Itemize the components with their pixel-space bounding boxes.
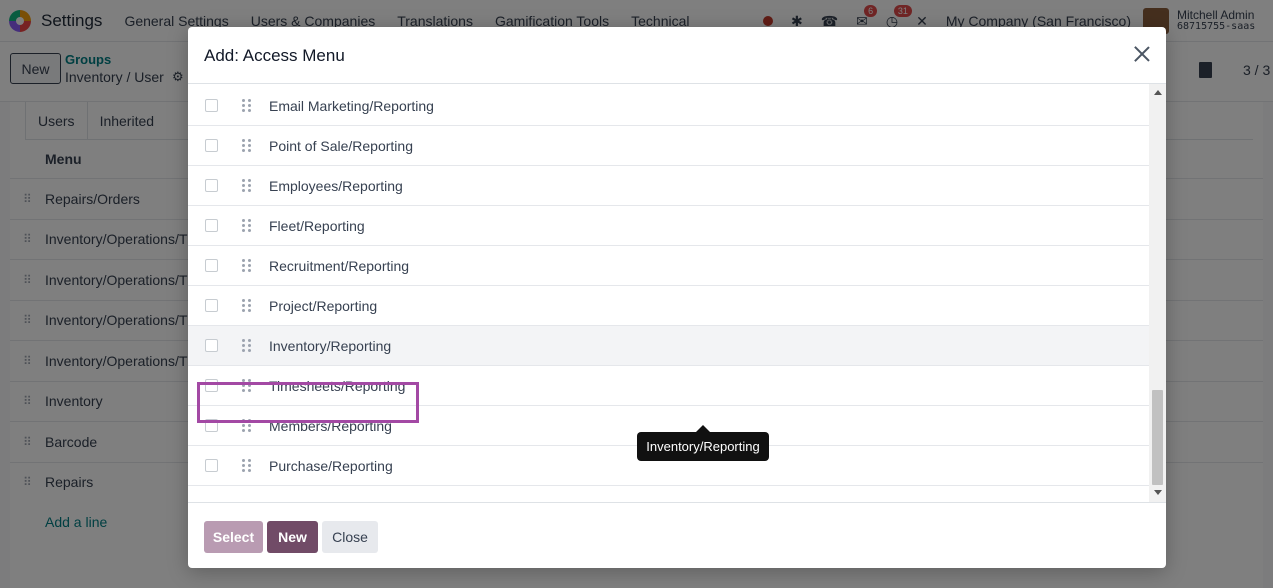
drag-handle-icon[interactable] [242,139,252,152]
new-button[interactable]: New [267,521,318,553]
row-checkbox[interactable] [205,219,218,232]
row-label: Purchase/Reporting [269,457,393,474]
row-label: Point of Sale/Reporting [269,137,413,154]
modal-header: Add: Access Menu [188,27,1166,84]
list-row[interactable]: Timesheets/Reporting [188,366,1149,406]
row-checkbox[interactable] [205,99,218,112]
row-label: Email Marketing/Reporting [269,97,434,114]
list-row[interactable]: Recruitment/Reporting [188,246,1149,286]
row-label: Project/Reporting [269,297,378,314]
row-label: Members/Reporting [269,417,392,434]
row-label: Recruitment/Reporting [269,257,410,274]
select-button[interactable]: Select [204,521,263,553]
row-checkbox[interactable] [205,419,218,432]
list-row[interactable]: Email Marketing/Reporting [188,86,1149,126]
drag-handle-icon[interactable] [242,419,252,432]
row-label: Timesheets/Reporting [269,377,406,394]
drag-handle-icon[interactable] [242,339,252,352]
row-label: Fleet/Reporting [269,217,365,234]
drag-handle-icon[interactable] [242,259,252,272]
drag-handle-icon[interactable] [242,219,252,232]
record-list: Email Marketing/Reporting Point of Sale/R… [188,86,1149,486]
row-checkbox[interactable] [205,339,218,352]
row-checkbox[interactable] [205,139,218,152]
row-checkbox[interactable] [205,459,218,472]
list-row[interactable]: Employees/Reporting [188,166,1149,206]
drag-handle-icon[interactable] [242,99,252,112]
row-checkbox[interactable] [205,379,218,392]
vertical-scrollbar[interactable] [1149,84,1166,502]
row-checkbox[interactable] [205,179,218,192]
row-label: Inventory/Reporting [269,337,392,354]
row-checkbox[interactable] [205,299,218,312]
close-icon[interactable] [1132,44,1152,64]
drag-handle-icon[interactable] [242,459,252,472]
row-tooltip: Inventory/Reporting [637,425,769,461]
list-row[interactable]: Point of Sale/Reporting [188,126,1149,166]
drag-handle-icon[interactable] [242,299,252,312]
close-button[interactable]: Close [322,521,378,553]
row-checkbox[interactable] [205,259,218,272]
modal-footer: Select New Close [188,502,1166,568]
scroll-down-arrow-icon[interactable] [1154,490,1162,495]
modal-body: Email Marketing/Reporting Point of Sale/R… [188,84,1166,502]
list-row[interactable]: Project/Reporting [188,286,1149,326]
scroll-up-arrow-icon[interactable] [1154,90,1162,95]
drag-handle-icon[interactable] [242,379,252,392]
list-row[interactable]: Inventory/Reporting [188,326,1149,366]
drag-handle-icon[interactable] [242,179,252,192]
row-label: Employees/Reporting [269,177,403,194]
add-access-menu-dialog: Add: Access Menu Email Marketing/Reporti… [188,27,1166,568]
scroll-thumb[interactable] [1152,390,1163,485]
list-row[interactable]: Fleet/Reporting [188,206,1149,246]
modal-title: Add: Access Menu [204,46,345,65]
